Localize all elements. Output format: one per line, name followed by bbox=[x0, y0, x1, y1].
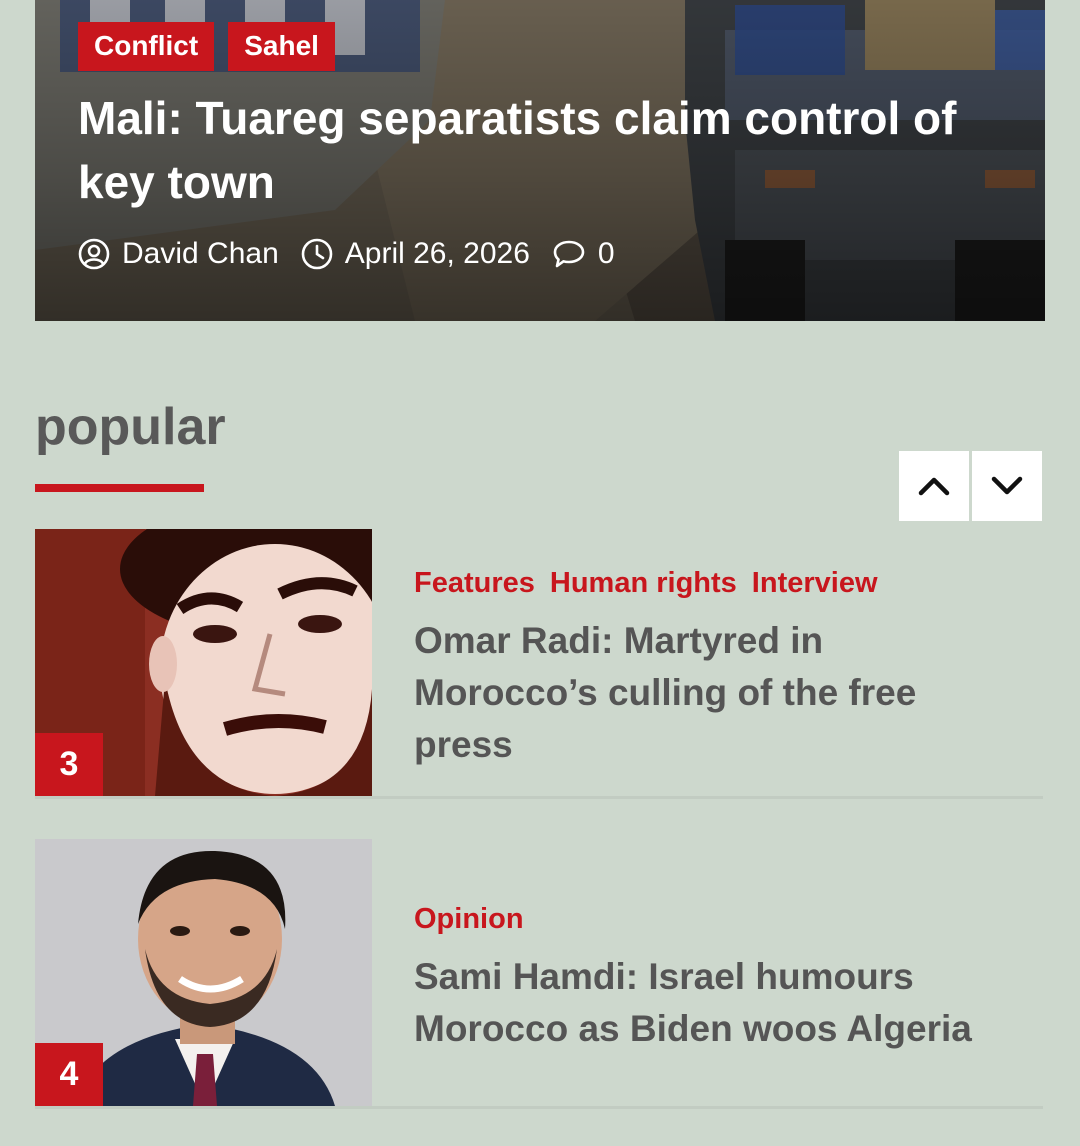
category-interview[interactable]: Interview bbox=[752, 563, 878, 603]
article-body: Features Human rights Interview Omar Rad… bbox=[414, 563, 1014, 771]
article-thumbnail[interactable]: 4 bbox=[35, 839, 372, 1106]
category-opinion[interactable]: Opinion bbox=[414, 899, 524, 939]
section-underline bbox=[35, 484, 204, 492]
date-meta: April 26, 2026 bbox=[301, 234, 530, 274]
section-title-popular: popular bbox=[35, 398, 226, 456]
hero-tags: Conflict Sahel bbox=[78, 22, 335, 71]
rank-badge: 4 bbox=[35, 1043, 103, 1106]
article-title[interactable]: Omar Radi: Martyred in Morocco’s culling… bbox=[414, 615, 1014, 771]
category-human-rights[interactable]: Human rights bbox=[550, 563, 737, 603]
article-thumbnail[interactable]: 3 bbox=[35, 529, 372, 796]
carousel-prev-button[interactable] bbox=[899, 451, 969, 521]
clock-icon bbox=[301, 238, 333, 270]
divider bbox=[35, 1106, 1043, 1109]
hero-card[interactable]: Conflict Sahel Mali: Tuareg separatists … bbox=[35, 0, 1045, 321]
carousel-next-button[interactable] bbox=[972, 451, 1042, 521]
comment-count: 0 bbox=[597, 237, 615, 270]
tag-sahel[interactable]: Sahel bbox=[228, 22, 335, 71]
author-name: David Chan bbox=[122, 237, 279, 270]
comment-icon bbox=[553, 240, 585, 268]
article-body: Opinion Sami Hamdi: Israel humours Moroc… bbox=[414, 899, 1014, 1055]
article-categories: Features Human rights Interview bbox=[414, 563, 1014, 603]
rank-badge: 3 bbox=[35, 733, 103, 796]
publish-date: April 26, 2026 bbox=[344, 237, 530, 270]
article-title[interactable]: Sami Hamdi: Israel humours Morocco as Bi… bbox=[414, 951, 1014, 1055]
user-circle-icon bbox=[78, 238, 110, 270]
hero-meta: David Chan April 26, 2026 0 bbox=[78, 234, 637, 274]
category-features[interactable]: Features bbox=[414, 563, 535, 603]
comments-meta[interactable]: 0 bbox=[552, 234, 615, 274]
article-categories: Opinion bbox=[414, 899, 1014, 939]
chevron-up-icon bbox=[918, 477, 950, 496]
divider bbox=[35, 796, 1043, 799]
tag-conflict[interactable]: Conflict bbox=[78, 22, 215, 71]
popular-article: 3 Features Human rights Interview Omar R… bbox=[35, 529, 1043, 799]
chevron-down-icon bbox=[991, 476, 1023, 495]
author-meta[interactable]: David Chan bbox=[78, 234, 279, 274]
popular-article: 4 Opinion Sami Hamdi: Israel humours Mor… bbox=[35, 839, 1043, 1109]
hero-headline[interactable]: Mali: Tuareg separatists claim control o… bbox=[78, 86, 1018, 214]
